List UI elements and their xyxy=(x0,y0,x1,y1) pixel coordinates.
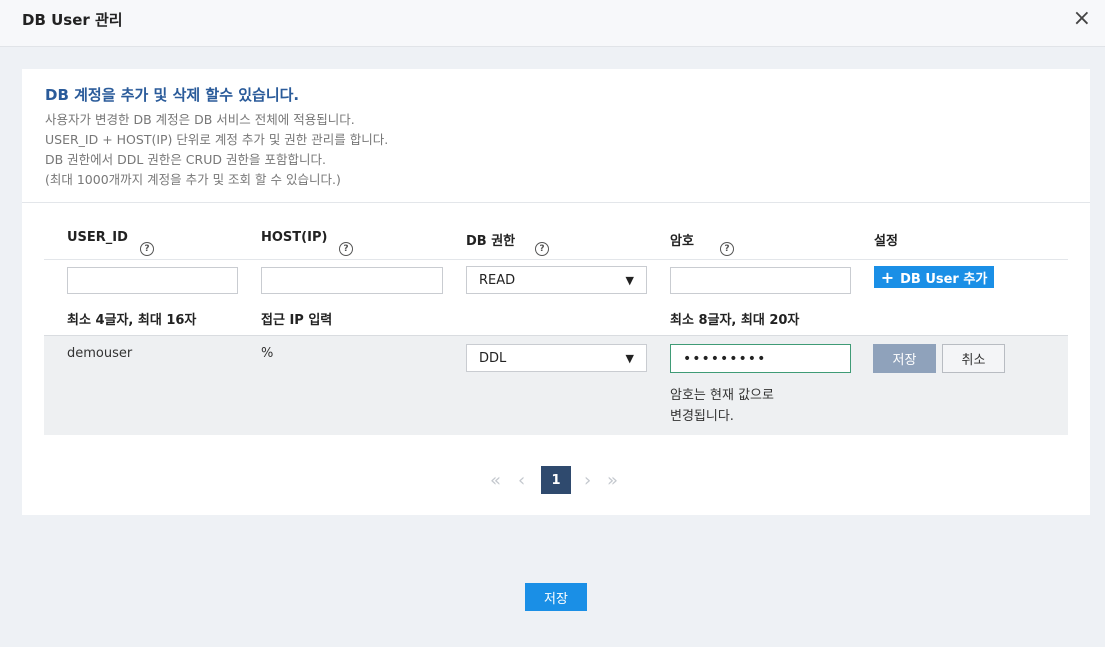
password-note-line: 암호는 현재 값으로 xyxy=(670,388,774,403)
info-lines: 사용자가 변경한 DB 계정은 DB 서비스 전체에 적용됩니다. USER_I… xyxy=(45,110,388,190)
first-page-icon[interactable]: « xyxy=(490,470,501,491)
password-note: 암호는 현재 값으로 변경됩니다. xyxy=(670,385,774,427)
row-host: % xyxy=(261,346,274,361)
content-card: DB 계정을 추가 및 삭제 할수 있습니다. 사용자가 변경한 DB 계정은 … xyxy=(22,69,1090,515)
next-page-icon[interactable]: › xyxy=(584,470,591,491)
info-panel: DB 계정을 추가 및 삭제 할수 있습니다. 사용자가 변경한 DB 계정은 … xyxy=(22,69,1090,203)
host-hint: 접근 IP 입력 xyxy=(261,313,333,328)
header-user-id: USER_ID xyxy=(67,230,128,245)
password-note-line: 변경됩니다. xyxy=(670,409,734,424)
header-db-permission: DB 권한 xyxy=(466,234,516,249)
pagination: « ‹ 1 › » xyxy=(22,466,1090,496)
page-number-current[interactable]: 1 xyxy=(541,466,571,494)
user-id-hint: 최소 4글자, 최대 16자 xyxy=(67,313,197,328)
row-permission-select[interactable]: DDL ▼ xyxy=(466,344,647,372)
user-id-input[interactable] xyxy=(67,267,238,294)
plus-icon: + xyxy=(880,267,895,287)
password-input[interactable] xyxy=(670,267,851,294)
info-headline: DB 계정을 추가 및 삭제 할수 있습니다. xyxy=(45,86,300,104)
password-hint: 최소 8글자, 최대 20자 xyxy=(670,313,800,328)
permission-select[interactable]: READ ▼ xyxy=(466,266,647,294)
help-icon[interactable]: ? xyxy=(140,242,154,256)
host-input[interactable] xyxy=(261,267,443,294)
add-db-user-label: DB User 추가 xyxy=(900,271,988,287)
row-save-button[interactable]: 저장 xyxy=(873,344,936,373)
header-password: 암호 xyxy=(670,234,694,249)
header-host: HOST(IP) xyxy=(261,230,328,245)
dialog-title: DB User 관리 xyxy=(22,11,123,29)
info-line: (최대 1000개까지 계정을 추가 및 조회 할 수 있습니다.) xyxy=(45,172,341,187)
last-page-icon[interactable]: » xyxy=(607,470,618,491)
prev-page-icon[interactable]: ‹ xyxy=(518,470,525,491)
table-header: USER_ID ? HOST(IP) ? DB 권한 ? 암호 ? 설정 xyxy=(44,219,1068,260)
row-password-input[interactable]: ••••••••• xyxy=(670,344,851,373)
close-icon[interactable]: × xyxy=(1073,8,1091,30)
row-user-id: demouser xyxy=(67,346,133,361)
info-line: USER_ID + HOST(IP) 단위로 계정 추가 및 권한 관리를 합니… xyxy=(45,132,389,147)
help-icon[interactable]: ? xyxy=(535,242,549,256)
row-cancel-button[interactable]: 취소 xyxy=(942,344,1005,373)
header-settings: 설정 xyxy=(874,234,898,249)
caret-down-icon: ▼ xyxy=(625,351,634,365)
row-password-value: ••••••••• xyxy=(683,350,767,367)
dialog-header: DB User 관리 × xyxy=(0,0,1105,47)
row-permission-value: DDL xyxy=(479,350,507,366)
info-line: DB 권한에서 DDL 권한은 CRUD 권한을 포함합니다. xyxy=(45,152,326,167)
caret-down-icon: ▼ xyxy=(625,273,634,287)
table-row: demouser % DDL ▼ ••••••••• 암호는 현재 값으로 변경… xyxy=(44,335,1068,435)
help-icon[interactable]: ? xyxy=(720,242,734,256)
permission-select-value: READ xyxy=(479,272,516,288)
add-db-user-button[interactable]: + DB User 추가 xyxy=(874,266,994,288)
help-icon[interactable]: ? xyxy=(339,242,353,256)
save-button[interactable]: 저장 xyxy=(525,583,587,611)
info-line: 사용자가 변경한 DB 계정은 DB 서비스 전체에 적용됩니다. xyxy=(45,112,355,127)
